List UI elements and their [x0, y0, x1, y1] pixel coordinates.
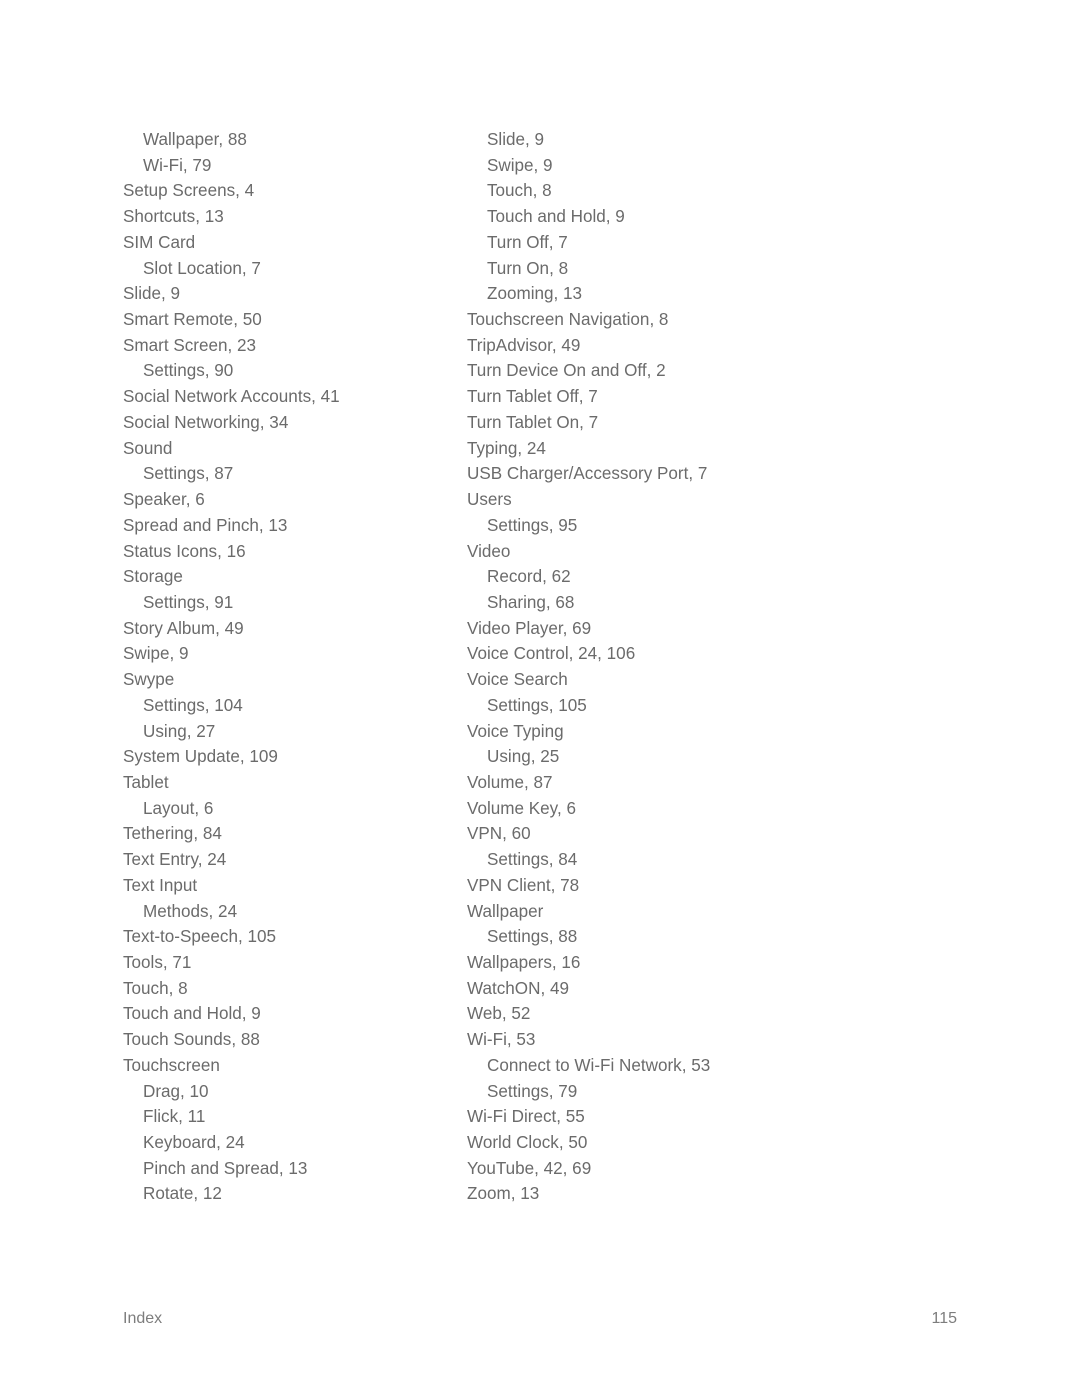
index-entry: Web, 52	[467, 1004, 531, 1024]
index-entry: Wallpaper, 88	[143, 130, 247, 149]
index-columns: Wallpaper, 88 Wi-Fi, 79 Setup Screens, 4 Sh…	[0, 127, 1080, 1207]
index-entry: Social Network Accounts, 41	[123, 387, 340, 407]
index-entry: Video	[467, 541, 511, 561]
index-entry: Text Entry, 24	[123, 850, 227, 870]
index-entry: Sharing, 68	[487, 592, 575, 612]
index-entry: Shortcuts, 13	[123, 207, 224, 227]
index-entry: Touch and Hold, 9	[487, 207, 625, 227]
index-entry: Keyboard, 24	[143, 1133, 245, 1153]
index-entry: Smart Screen, 23	[123, 335, 257, 355]
index-entry: Swype	[123, 670, 175, 690]
index-entry: Turn Tablet On, 7	[467, 412, 599, 432]
index-entry: Volume, 87	[467, 772, 553, 792]
index-entry: World Clock, 50	[467, 1133, 588, 1153]
index-entry: Turn Tablet Off, 7	[467, 387, 598, 407]
index-entry: Touchscreen	[123, 1055, 220, 1075]
index-entry: Zoom, 13	[467, 1184, 540, 1204]
index-entry: SIM Card	[123, 232, 196, 252]
index-entry: Wallpapers, 16	[467, 953, 581, 972]
index-entry: Layout, 6	[143, 798, 214, 818]
index-entry: Settings, 105	[487, 695, 587, 715]
index-entry: WatchON, 49	[467, 978, 569, 998]
footer-page-number: 115	[931, 1310, 957, 1327]
index-entry: Methods, 24	[143, 901, 238, 921]
index-entry: Pinch and Spread, 13	[143, 1158, 308, 1178]
footer-section-label: Index	[123, 1310, 163, 1327]
index-column-left: Wallpaper, 88 Wi-Fi, 79 Setup Screens, 4 Sh…	[0, 127, 445, 1207]
index-entry: Wi-Fi, 79	[143, 155, 212, 175]
index-entry: Touch, 8	[487, 181, 552, 201]
index-entry: Using, 25	[487, 747, 560, 767]
index-entry: Settings, 84	[487, 850, 578, 870]
index-entry: YouTube, 42, 69	[467, 1158, 592, 1178]
index-entry: Typing, 24	[467, 438, 546, 458]
index-entry: Flick, 11	[143, 1107, 206, 1127]
index-entry: Settings, 91	[143, 592, 234, 612]
index-entry: USB Charger/Accessory Port, 7	[467, 464, 708, 484]
index-entry: System Update, 109	[123, 747, 278, 767]
index-column-right: Slide, 9 Swipe, 9 Touch, 8 Touch and Hold, …	[445, 127, 945, 1207]
index-entry: Tools, 71	[123, 953, 192, 972]
index-entry: Storage	[123, 567, 183, 587]
index-entry: Wi-Fi, 53	[467, 1030, 536, 1050]
index-entry: VPN Client, 78	[467, 875, 580, 895]
index-entry: Volume Key, 6	[467, 798, 576, 818]
index-entry: Zooming, 13	[487, 284, 583, 304]
index-entry: Settings, 87	[143, 464, 234, 484]
index-entry: Wallpaper	[467, 901, 544, 921]
index-entry: Slide, 9	[487, 130, 545, 149]
index-entry: Swipe, 9	[487, 155, 553, 175]
index-entry: Turn Device On and Off, 2	[467, 361, 666, 381]
index-entry: Swipe, 9	[123, 644, 189, 664]
index-entry: Turn Off, 7	[487, 232, 568, 252]
index-entry: Touch, 8	[123, 978, 188, 998]
index-entry: Settings, 90	[143, 361, 234, 381]
index-entry: Status Icons, 16	[123, 541, 246, 561]
index-entry: Turn On, 8	[487, 258, 569, 278]
index-entry: Users	[467, 490, 512, 510]
index-entry: Speaker, 6	[123, 490, 205, 510]
index-page: Wallpaper, 88 Wi-Fi, 79 Setup Screens, 4 Sh…	[0, 0, 1080, 1397]
index-entry: TripAdvisor, 49	[467, 335, 581, 355]
index-entry: Tablet	[123, 772, 169, 792]
index-entry: Text Input	[123, 875, 198, 895]
index-entry: Connect to Wi-Fi Network, 53	[487, 1055, 711, 1075]
index-entry: Sound	[123, 438, 173, 458]
index-entry: Rotate, 12	[143, 1184, 222, 1204]
index-entry: Voice Search	[467, 670, 568, 690]
index-entry: Drag, 10	[143, 1081, 209, 1101]
index-entry: Text-to-Speech, 105	[123, 927, 276, 947]
index-entry: VPN, 60	[467, 824, 531, 844]
index-entry: Touch and Hold, 9	[123, 1004, 261, 1024]
index-entry: Touch Sounds, 88	[123, 1030, 260, 1050]
index-entry: Settings, 79	[487, 1081, 578, 1101]
index-entry: Video Player, 69	[467, 618, 592, 638]
index-entry: Wi-Fi Direct, 55	[467, 1107, 585, 1127]
index-entry: Settings, 88	[487, 927, 578, 947]
index-entry: Smart Remote, 50	[123, 310, 262, 330]
index-entry: Story Album, 49	[123, 618, 244, 638]
index-entry: Voice Control, 24, 106	[467, 644, 636, 664]
index-entry: Social Networking, 34	[123, 412, 289, 432]
index-entry: Setup Screens, 4	[123, 181, 255, 201]
index-entry: Settings, 95	[487, 515, 578, 535]
index-entry: Slide, 9	[123, 284, 181, 304]
index-entry: Touchscreen Navigation, 8	[467, 310, 669, 330]
index-entry: Voice Typing	[467, 721, 564, 741]
index-entry: Tethering, 84	[123, 824, 222, 844]
page-footer: Index 115	[123, 1309, 957, 1329]
index-entry: Spread and Pinch, 13	[123, 515, 288, 535]
index-entry: Slot Location, 7	[143, 258, 261, 278]
index-entry: Settings, 104	[143, 695, 243, 715]
index-entry: Record, 62	[487, 567, 571, 587]
index-entry: Using, 27	[143, 721, 216, 741]
